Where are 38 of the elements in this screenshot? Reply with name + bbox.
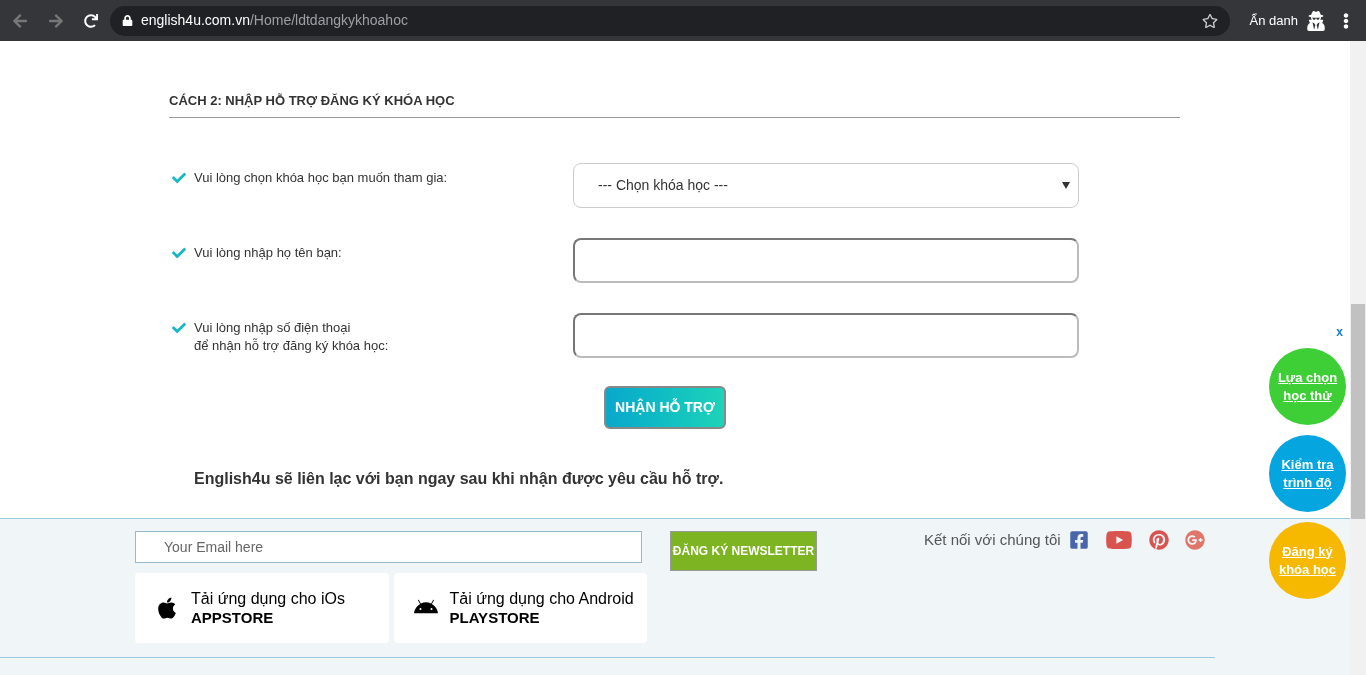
confirmation-note: English4u sẽ liên lạc với bạn ngay sau khi nhận được yêu cầu hỗ trợ.: [194, 468, 724, 489]
check-icon: [172, 170, 186, 185]
profile-label: Ẩn danh: [1249, 11, 1299, 30]
check-icon: [172, 320, 186, 335]
input-field[interactable]: [573, 312, 1079, 358]
address-bar[interactable]: english4u.com.vn/Home/ldtdangkykhoahoc: [110, 5, 1230, 36]
google-plus-icon[interactable]: [1184, 530, 1205, 550]
email-field[interactable]: Your Email here: [135, 531, 642, 563]
check-icon: [172, 245, 186, 260]
app-store-card[interactable]: Tải ứng dụng cho Android PLAYSTORE: [393, 573, 647, 643]
floating-circle-link[interactable]: Kiểm tra trình độ: [1269, 435, 1346, 512]
back-icon[interactable]: [12, 12, 28, 29]
forward-icon[interactable]: [48, 12, 64, 29]
app-card-caption: Tải ứng dụng cho iOs: [191, 589, 345, 608]
dropdown-caret-icon: [1062, 181, 1070, 189]
facebook-icon[interactable]: [1068, 530, 1089, 550]
reload-icon[interactable]: [84, 13, 98, 28]
bookmark-star-icon[interactable]: [1201, 12, 1218, 29]
close-floating-button[interactable]: x: [1336, 323, 1343, 341]
section-title: CÁCH 2: NHẬP HỖ TRỢ ĐĂNG KÝ KHÓA HỌC: [169, 91, 1180, 118]
field-label: Vui lòng nhập họ tên bạn:: [194, 243, 342, 262]
connect-label: Kết nối với chúng tôi: [924, 529, 1061, 550]
url-host: english4u.com.vn/Home/ldtdangkykhoahoc: [141, 11, 408, 30]
field-label: Vui lòng chọn khóa học bạn muốn tham gia:: [194, 168, 448, 187]
app-store-name: APPSTORE: [191, 608, 275, 627]
newsletter-button[interactable]: ĐĂNG KÝ NEWSLETTER: [670, 531, 817, 571]
course-select[interactable]: --- Chọn khóa học ---: [573, 162, 1079, 208]
lock-icon: [122, 15, 133, 26]
input-field[interactable]: [573, 237, 1079, 283]
youtube-icon[interactable]: [1104, 528, 1133, 552]
app-store-card[interactable]: Tải ứng dụng cho iOs APPSTORE: [135, 573, 389, 643]
field-label: Vui lòng nhập số điện thoại để nhận hỗ trợ đăng ký khóa học:: [194, 318, 389, 355]
scrollbar-thumb[interactable]: [1351, 304, 1365, 519]
pinterest-icon[interactable]: [1148, 530, 1169, 550]
app-card-caption: Tải ứng dụng cho Android: [449, 589, 634, 608]
incognito-icon[interactable]: [1306, 10, 1327, 31]
app-store-name: PLAYSTORE: [449, 608, 541, 627]
apple-icon: [155, 596, 179, 620]
